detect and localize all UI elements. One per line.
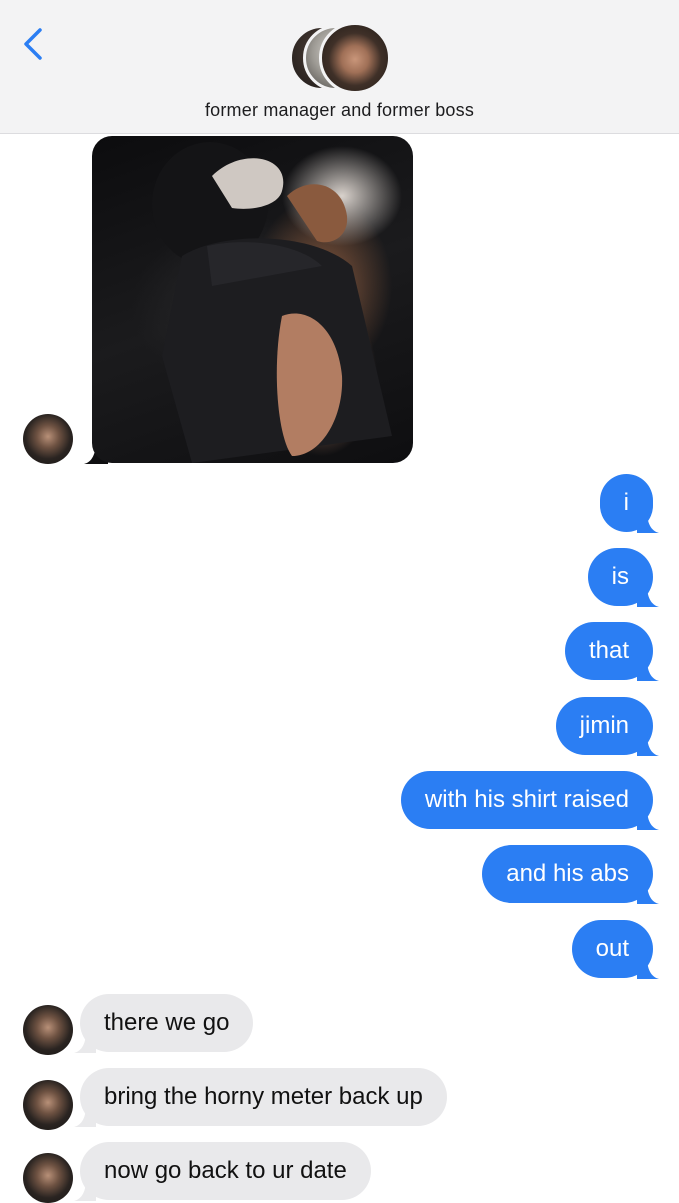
chevron-left-icon <box>24 28 42 60</box>
conversation-title[interactable]: former manager and former boss <box>0 100 679 121</box>
bubble-tail <box>637 808 659 830</box>
bubble-tail <box>637 659 659 681</box>
conversation-header: former manager and former boss <box>0 0 679 134</box>
bubble-tail <box>637 882 659 904</box>
outgoing-message[interactable]: and his abs <box>482 845 653 903</box>
image-message[interactable] <box>92 136 413 463</box>
avatar <box>319 22 391 94</box>
group-avatars[interactable] <box>289 22 393 94</box>
bubble-tail <box>637 585 659 607</box>
bubble-tail <box>637 511 659 533</box>
sender-avatar <box>23 414 73 464</box>
bubble-tail <box>637 734 659 756</box>
incoming-message[interactable]: now go back to ur date <box>80 1142 371 1200</box>
bubble-tail <box>637 957 659 979</box>
incoming-message[interactable]: there we go <box>80 994 254 1052</box>
sender-avatar <box>23 1153 73 1203</box>
sender-avatar <box>23 1080 73 1130</box>
photo-content <box>152 142 392 463</box>
sender-avatar <box>23 1005 73 1055</box>
back-button[interactable] <box>18 24 58 64</box>
incoming-message[interactable]: bring the horny meter back up <box>80 1068 447 1126</box>
outgoing-message[interactable]: with his shirt raised <box>400 771 653 829</box>
